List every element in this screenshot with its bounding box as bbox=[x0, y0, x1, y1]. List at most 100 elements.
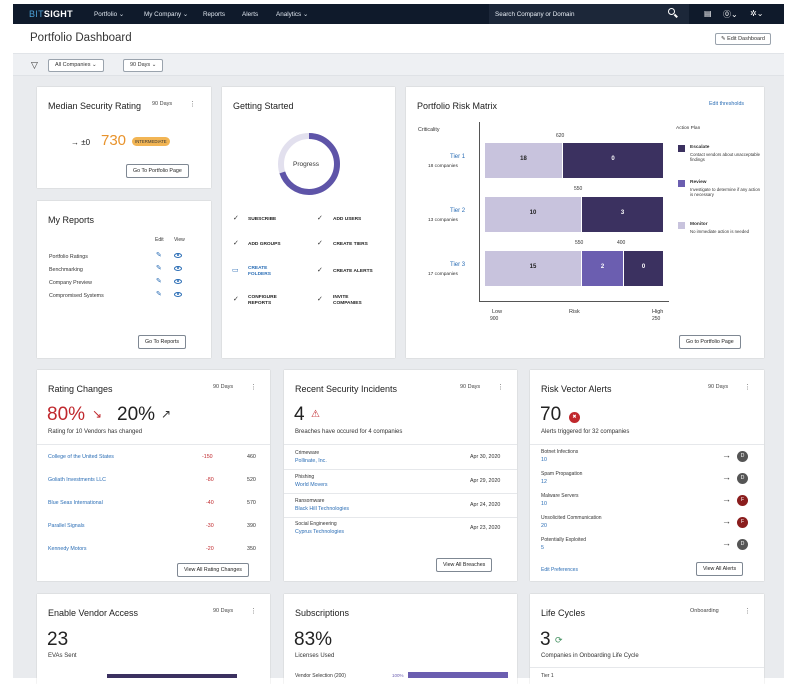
matrix-cell-escalate[interactable]: 3 bbox=[582, 197, 663, 232]
go-to-reports-button[interactable]: Go To Reports bbox=[138, 335, 187, 349]
edit-thresholds-link[interactable]: Edit thresholds bbox=[709, 101, 744, 107]
legend-title: Monitor bbox=[690, 222, 708, 227]
threshold-label: 550 bbox=[575, 240, 584, 246]
bitsight-logo[interactable]: BITSIGHT bbox=[29, 9, 73, 19]
rating-value: 520 bbox=[247, 477, 256, 483]
vendor-link[interactable]: Parallel Signals bbox=[48, 523, 85, 529]
companies-select[interactable]: All Companies ⌄ bbox=[48, 59, 104, 72]
company-link[interactable]: World Movers bbox=[295, 482, 328, 488]
filter-icon[interactable]: ▽ bbox=[31, 60, 38, 71]
edit-dashboard-button[interactable]: ✎ Edit Dashboard bbox=[714, 33, 771, 45]
grade-badge: D bbox=[737, 451, 748, 462]
task-subscribe[interactable]: SUBSCRIBE bbox=[248, 217, 276, 223]
view-eye-icon[interactable] bbox=[174, 266, 182, 271]
task-add-groups[interactable]: ADD GROUPS bbox=[248, 242, 281, 248]
go-to-portfolio-button[interactable]: Go To Portfolio Page bbox=[126, 164, 189, 178]
vendor-link[interactable]: Blue Seas International bbox=[48, 500, 103, 506]
arrow-right-icon[interactable]: → bbox=[722, 516, 731, 526]
x-risk-label: Risk bbox=[569, 309, 580, 315]
alert-count-link[interactable]: 12 bbox=[541, 479, 547, 485]
rating-changes-card: Rating Changes 90 Days ⋮ 80% ↘ 20% ↗ Rat… bbox=[37, 370, 270, 581]
help-icon[interactable]: ⓪⌄ bbox=[723, 9, 738, 20]
alert-type: Spam Propagation bbox=[541, 471, 583, 477]
kebab-menu-icon[interactable]: ⋮ bbox=[497, 383, 504, 391]
grade-badge: F bbox=[737, 517, 748, 528]
tier-label[interactable]: Tier 1 bbox=[450, 154, 465, 160]
company-link[interactable]: Pollinate, Inc. bbox=[295, 458, 327, 464]
warning-icon: ⚠ bbox=[311, 409, 320, 420]
card-title: Portfolio Risk Matrix bbox=[417, 101, 498, 111]
company-link[interactable]: Cyprus Technologies bbox=[295, 529, 344, 535]
task-create-folders[interactable]: CREATE FOLDERS bbox=[248, 266, 288, 278]
criticality-label: Criticality bbox=[418, 127, 440, 133]
kebab-menu-icon[interactable]: ⋮ bbox=[744, 607, 751, 615]
company-link[interactable]: Black Hill Technologies bbox=[295, 506, 349, 512]
alert-count-link[interactable]: 10 bbox=[541, 457, 547, 463]
alert-type: Botnet Infections bbox=[541, 449, 579, 455]
arrow-right-icon[interactable]: → bbox=[722, 494, 731, 504]
kebab-menu-icon[interactable]: ⋮ bbox=[189, 100, 196, 108]
matrix-cell-monitor[interactable]: 10 bbox=[485, 197, 581, 232]
view-all-breaches-button[interactable]: View All Breaches bbox=[436, 558, 493, 572]
matrix-cell-review[interactable]: 2 bbox=[582, 251, 623, 286]
view-eye-icon[interactable] bbox=[174, 253, 182, 258]
matrix-cell-monitor[interactable]: 15 bbox=[485, 251, 581, 286]
matrix-cell-escalate[interactable]: 0 bbox=[624, 251, 663, 286]
incident-date: Apr 23, 2020 bbox=[470, 525, 501, 531]
go-to-portfolio-page-button[interactable]: Go to Portfolio Page bbox=[679, 335, 741, 349]
task-create-alerts[interactable]: CREATE ALERTS bbox=[333, 269, 373, 275]
vendor-link[interactable]: Kennedy Motors bbox=[48, 546, 87, 552]
kebab-menu-icon[interactable]: ⋮ bbox=[250, 383, 257, 391]
rating-value: 350 bbox=[247, 546, 256, 552]
edit-preferences-link[interactable]: Edit Preferences bbox=[541, 567, 578, 573]
view-eye-icon[interactable] bbox=[174, 292, 182, 297]
nav-portfolio[interactable]: Portfolio ⌄ bbox=[94, 11, 124, 18]
median-rating-card: Median Security Rating 90 Days ⋮ → ±0 73… bbox=[37, 87, 211, 188]
days-select[interactable]: 90 Days ⌄ bbox=[123, 59, 164, 72]
task-add-users[interactable]: ADD USERS bbox=[333, 217, 361, 223]
notifications-icon[interactable]: ▤ bbox=[704, 9, 712, 18]
incident-date: Apr 24, 2020 bbox=[470, 502, 501, 508]
kebab-menu-icon[interactable]: ⋮ bbox=[744, 383, 751, 391]
arrow-right-icon[interactable]: → bbox=[722, 450, 731, 460]
subscription-row-percent: 100% bbox=[392, 673, 404, 678]
task-configure-reports[interactable]: CONFIGURE REPORTS bbox=[248, 295, 293, 307]
rating-change-value: -150 bbox=[202, 454, 213, 460]
edit-pencil-icon[interactable]: ✎ bbox=[156, 264, 162, 272]
alert-count-link[interactable]: 5 bbox=[541, 545, 544, 551]
tier-label[interactable]: Tier 2 bbox=[450, 208, 465, 214]
task-invite-companies[interactable]: INVITE COMPANIES bbox=[333, 295, 373, 307]
lifecycle-mode[interactable]: Onboarding bbox=[690, 608, 719, 614]
risk-vector-alerts-card: Risk Vector Alerts 90 Days ⋮ 70 ✖ Alerts… bbox=[530, 370, 764, 581]
edit-pencil-icon[interactable]: ✎ bbox=[156, 290, 162, 298]
view-eye-icon[interactable] bbox=[174, 279, 182, 284]
matrix-cell-escalate[interactable]: 0 bbox=[563, 143, 663, 178]
view-all-rating-changes-button[interactable]: View All Rating Changes bbox=[177, 563, 249, 577]
arrow-right-icon[interactable]: → bbox=[722, 538, 731, 548]
licenses-percent: 83% bbox=[294, 629, 333, 650]
view-all-alerts-button[interactable]: View All Alerts bbox=[696, 562, 744, 576]
kebab-menu-icon[interactable]: ⋮ bbox=[250, 607, 257, 615]
vendor-link[interactable]: Goliath Investments LLC bbox=[48, 477, 106, 483]
view-column-header: View bbox=[174, 237, 185, 243]
filter-bar: ▽ All Companies ⌄ 90 Days ⌄ bbox=[13, 54, 784, 76]
nav-alerts[interactable]: Alerts bbox=[242, 11, 258, 18]
alert-count-link[interactable]: 10 bbox=[541, 501, 547, 507]
card-title: Recent Security Incidents bbox=[295, 384, 398, 394]
search-icon[interactable] bbox=[668, 8, 675, 15]
nav-my-company[interactable]: My Company ⌄ bbox=[144, 11, 188, 18]
alert-count-link[interactable]: 20 bbox=[541, 523, 547, 529]
settings-gear-icon[interactable]: ✲⌄ bbox=[750, 9, 763, 18]
search-box[interactable]: Search Company or Domain bbox=[489, 4, 689, 24]
nav-analytics[interactable]: Analytics ⌄ bbox=[276, 11, 308, 18]
incident-type: Social Engineering bbox=[295, 521, 337, 527]
edit-pencil-icon[interactable]: ✎ bbox=[156, 277, 162, 285]
card-title: Subscriptions bbox=[295, 608, 350, 618]
nav-reports[interactable]: Reports bbox=[203, 11, 225, 18]
matrix-cell-monitor[interactable]: 18 bbox=[485, 143, 562, 178]
edit-pencil-icon[interactable]: ✎ bbox=[156, 251, 162, 259]
vendor-link[interactable]: College of the United States bbox=[48, 454, 114, 460]
task-create-tiers[interactable]: CREATE TIERS bbox=[333, 242, 368, 248]
arrow-right-icon[interactable]: → bbox=[722, 472, 731, 482]
tier-label[interactable]: Tier 3 bbox=[450, 262, 465, 268]
